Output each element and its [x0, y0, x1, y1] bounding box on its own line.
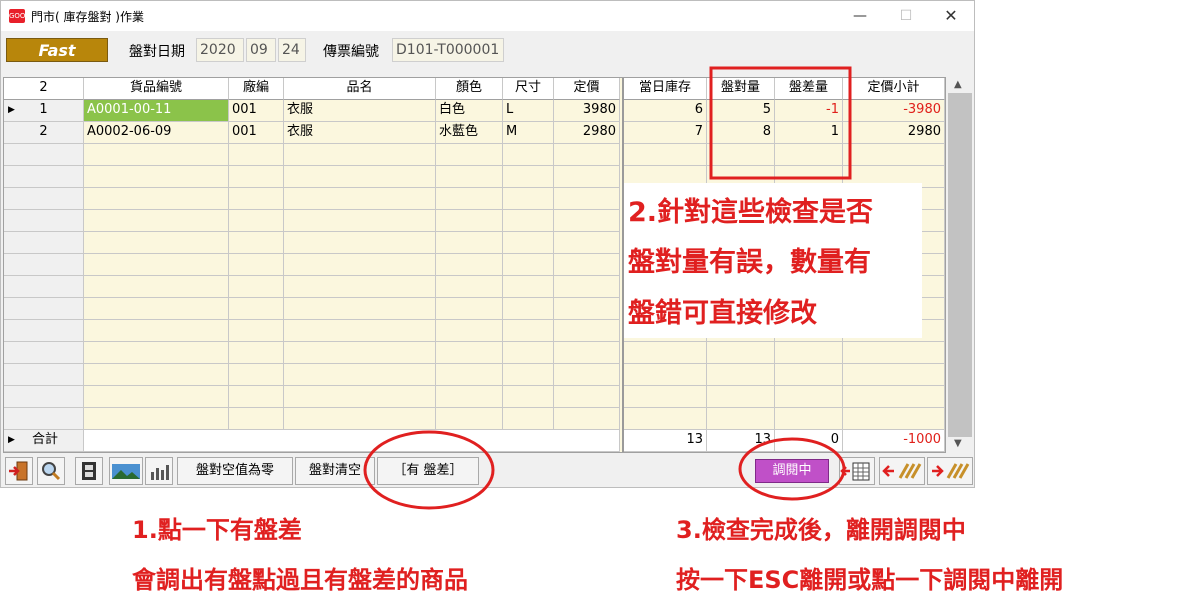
step1-title: 1.點一下有盤差	[132, 516, 302, 544]
counted-diff-highlight-box	[709, 66, 852, 180]
step3-description: 按一下ESC離開或點一下調閱中離開	[676, 566, 1064, 594]
step1-description: 會調出有盤點過且有盤差的商品	[132, 566, 468, 594]
step3-title: 3.檢查完成後，離開調閱中	[676, 516, 966, 544]
reading-highlight-circle	[738, 437, 846, 501]
has-diff-highlight-circle	[363, 430, 495, 510]
